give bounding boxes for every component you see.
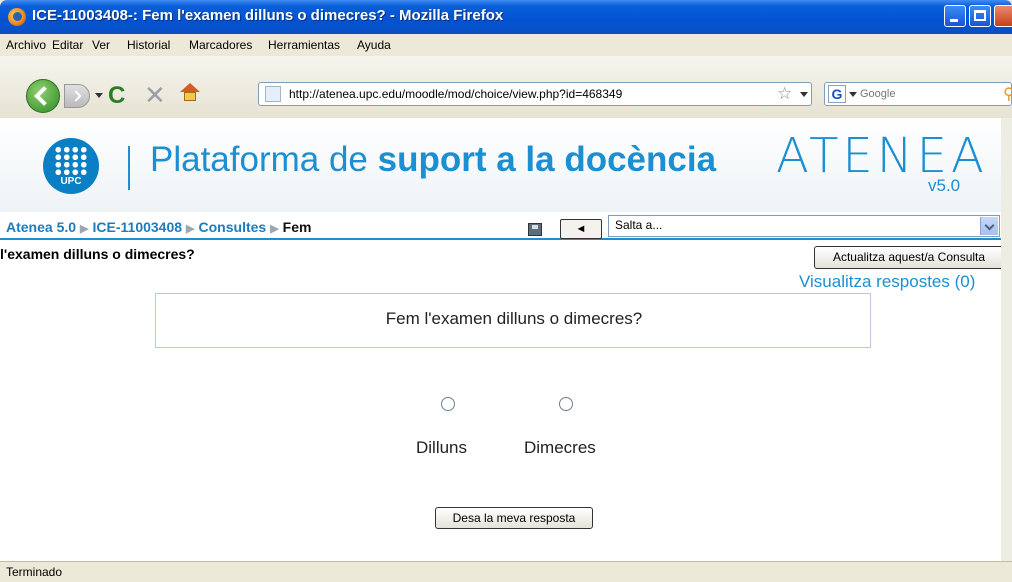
page-title: l'examen dilluns o dimecres? xyxy=(0,246,195,262)
address-bar[interactable]: http://atenea.upc.edu/moodle/mod/choice/… xyxy=(258,82,812,106)
search-bar[interactable]: G ⚲ xyxy=(824,82,1012,106)
menu-archivo[interactable]: Archivo xyxy=(6,38,46,52)
window-title: ICE-11003408-: Fem l'examen dilluns o di… xyxy=(32,7,504,24)
menu-ayuda[interactable]: Ayuda xyxy=(357,38,391,52)
upc-logo[interactable]: UPC xyxy=(43,138,99,194)
breadcrumb-trail: Atenea 5.0 ▶ ICE-11003408 ▶ Consultes ▶ Fem xyxy=(6,219,311,235)
forward-button[interactable] xyxy=(64,84,90,108)
stop-icon[interactable]: ✕ xyxy=(144,82,166,108)
close-window-button[interactable] xyxy=(994,5,1012,27)
banner-headline: Plataforma de suport a la docència xyxy=(150,140,716,180)
back-button[interactable] xyxy=(26,79,60,113)
status-bar: Terminado xyxy=(0,561,1012,582)
minimize-button[interactable] xyxy=(944,5,966,27)
search-input[interactable] xyxy=(858,85,1002,103)
menu-ver[interactable]: Ver xyxy=(92,38,110,52)
save-icon[interactable] xyxy=(528,223,542,236)
breadcrumb-separator-icon: ▶ xyxy=(270,223,279,235)
firefox-logo-icon xyxy=(8,8,26,26)
update-consulta-button[interactable]: Actualitza aquest/a Consulta xyxy=(814,246,1004,269)
window-titlebar: ICE-11003408-: Fem l'examen dilluns o di… xyxy=(0,0,1012,34)
menu-herramientas[interactable]: Herramientas xyxy=(268,38,340,52)
url-history-dropdown-icon[interactable] xyxy=(800,92,808,97)
search-icon[interactable]: ⚲ xyxy=(1003,84,1012,104)
site-favicon-icon xyxy=(265,86,281,102)
breadcrumb-item-course[interactable]: ICE-11003408 xyxy=(93,219,183,235)
view-responses-link[interactable]: Visualitza respostes (0) xyxy=(799,272,975,292)
upc-logo-text: UPC xyxy=(60,176,82,187)
banner-divider xyxy=(128,146,130,190)
google-engine-icon[interactable]: G xyxy=(828,85,846,103)
question-box: Fem l'examen dilluns o dimecres? xyxy=(155,293,871,348)
breadcrumb-current: Fem xyxy=(282,219,312,235)
option-dimecres-label[interactable]: Dimecres xyxy=(524,438,596,458)
bookmark-star-icon[interactable]: ☆ xyxy=(777,84,792,104)
site-banner: UPC Plataforma de suport a la docència A… xyxy=(0,118,1012,213)
vertical-scrollbar[interactable] xyxy=(1001,118,1012,561)
menu-historial[interactable]: Historial xyxy=(127,38,170,52)
option-dilluns-radio[interactable] xyxy=(441,397,455,411)
breadcrumb-item-atenea[interactable]: Atenea 5.0 xyxy=(6,219,76,235)
jump-to-select[interactable]: Salta a... xyxy=(608,215,1000,237)
maximize-button[interactable] xyxy=(969,5,991,27)
atenea-version: v5.0 xyxy=(928,176,961,195)
page-viewport: UPC Plataforma de suport a la docència A… xyxy=(0,118,1012,561)
search-engine-dropdown-icon[interactable] xyxy=(849,92,857,97)
headline-plain: Plataforma de xyxy=(150,140,378,179)
headline-bold: suport a la docència xyxy=(377,140,717,179)
menu-bar: Archivo Editar Ver Historial Marcadores … xyxy=(0,34,1012,56)
question-text: Fem l'examen dilluns o dimecres? xyxy=(385,309,643,328)
breadcrumb-separator-icon: ▶ xyxy=(80,223,89,235)
option-dilluns-label[interactable]: Dilluns xyxy=(416,438,467,458)
previous-activity-button[interactable]: ◄ xyxy=(560,219,602,239)
chevron-down-icon[interactable] xyxy=(980,217,998,235)
history-dropdown-icon[interactable] xyxy=(95,93,103,98)
breadcrumb-separator-icon: ▶ xyxy=(186,223,195,235)
option-dimecres-radio[interactable] xyxy=(559,397,573,411)
jump-to-value: Salta a... xyxy=(615,218,663,232)
address-url[interactable]: http://atenea.upc.edu/moodle/mod/choice/… xyxy=(289,87,622,101)
save-response-button[interactable]: Desa la meva resposta xyxy=(435,507,593,529)
status-text: Terminado xyxy=(6,565,63,579)
menu-editar[interactable]: Editar xyxy=(52,38,83,52)
navigation-toolbar: C ✕ http://atenea.upc.edu/moodle/mod/cho… xyxy=(0,56,1012,119)
home-icon[interactable] xyxy=(180,83,200,103)
menu-marcadores[interactable]: Marcadores xyxy=(189,38,252,52)
reload-icon[interactable]: C xyxy=(108,84,125,108)
breadcrumb-item-consultes[interactable]: Consultes xyxy=(199,219,267,235)
upc-dots-icon xyxy=(54,146,88,176)
